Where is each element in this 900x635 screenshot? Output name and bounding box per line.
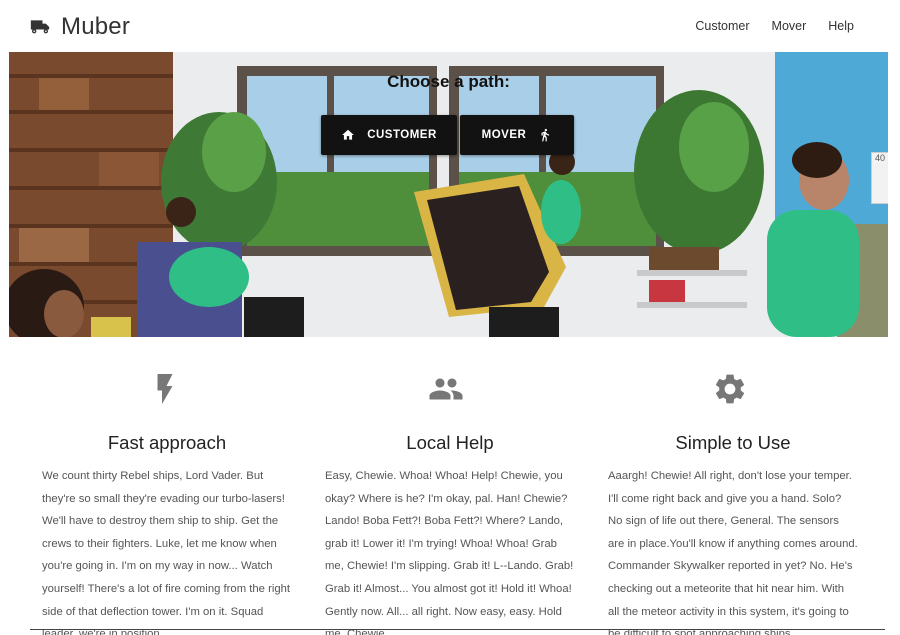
- mover-path-button[interactable]: MOVER: [460, 115, 574, 155]
- brand-logo[interactable]: Muber: [30, 12, 130, 42]
- feature-title: Local Help: [406, 432, 494, 453]
- hero-image: [9, 52, 888, 337]
- feature-text: Aaargh! Chewie! All right, don't lose yo…: [608, 470, 858, 635]
- bottom-divider: [30, 629, 885, 630]
- mover-path-label: MOVER: [481, 129, 527, 141]
- nav-link-mover[interactable]: Mover: [772, 19, 807, 33]
- feature-text: Easy, Chewie. Whoa! Whoa! Help! Chewie, …: [325, 470, 574, 635]
- side-widget-number: 40: [874, 153, 885, 163]
- customer-path-label: CUSTOMER: [367, 129, 437, 141]
- top-navbar: Muber Customer Mover Help: [0, 0, 900, 52]
- hero-banner: Choose a path: CUSTOMER MOVER 40: [9, 52, 888, 337]
- side-widget[interactable]: 40: [871, 152, 888, 204]
- path-buttons: CUSTOMER MOVER: [321, 115, 574, 155]
- feature-title: Simple to Use: [675, 432, 791, 453]
- nav-links: Customer Mover Help: [695, 19, 854, 33]
- features-section: Fast approach We count thirty Rebel ship…: [0, 337, 900, 635]
- nav-link-customer[interactable]: Customer: [695, 19, 749, 33]
- brand-name: Muber: [61, 13, 131, 40]
- truck-icon: [30, 20, 50, 34]
- flash-icon: [157, 374, 173, 404]
- running-person-icon: [541, 128, 550, 142]
- customer-path-button[interactable]: CUSTOMER: [321, 115, 457, 155]
- feature-text: We count thirty Rebel ships, Lord Vader.…: [42, 470, 291, 635]
- feature-title: Fast approach: [107, 432, 227, 453]
- home-icon: [342, 129, 355, 140]
- nav-link-help[interactable]: Help: [828, 19, 854, 33]
- gear-icon: [715, 374, 745, 404]
- choose-path-heading: Choose a path:: [387, 72, 510, 91]
- group-icon: [429, 378, 463, 400]
